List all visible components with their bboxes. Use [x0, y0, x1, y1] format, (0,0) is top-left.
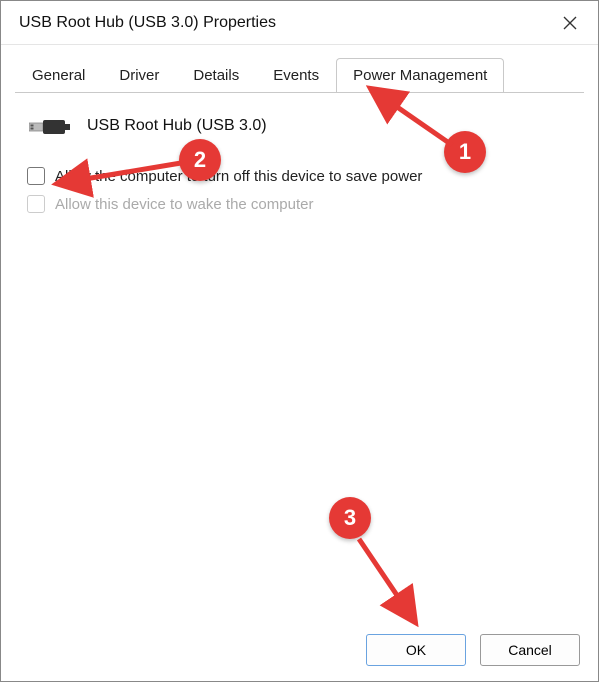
tab-general[interactable]: General: [15, 58, 102, 93]
tab-panel-power-management: USB Root Hub (USB 3.0) Allow the compute…: [15, 92, 584, 619]
tabstrip: General Driver Details Events Power Mana…: [1, 45, 598, 92]
device-name: USB Root Hub (USB 3.0): [87, 117, 267, 135]
close-icon: [563, 16, 577, 30]
titlebar: USB Root Hub (USB 3.0) Properties: [1, 1, 598, 45]
cancel-button[interactable]: Cancel: [480, 634, 580, 666]
window-title: USB Root Hub (USB 3.0) Properties: [19, 14, 276, 32]
properties-dialog: USB Root Hub (USB 3.0) Properties Genera…: [0, 0, 599, 682]
tab-driver[interactable]: Driver: [102, 58, 176, 93]
checkbox-turn-off[interactable]: [27, 167, 45, 185]
tab-events[interactable]: Events: [256, 58, 336, 93]
dialog-footer: OK Cancel: [1, 619, 598, 681]
usb-connector-icon: [29, 115, 69, 137]
option-wake-label: Allow this device to wake the computer: [55, 196, 313, 213]
checkbox-wake: [27, 195, 45, 213]
device-header: USB Root Hub (USB 3.0): [25, 103, 574, 165]
option-turn-off-device[interactable]: Allow the computer to turn off this devi…: [25, 165, 574, 193]
tab-power-management[interactable]: Power Management: [336, 58, 504, 93]
tab-details[interactable]: Details: [176, 58, 256, 93]
close-button[interactable]: [542, 1, 598, 45]
option-wake-computer: Allow this device to wake the computer: [25, 193, 574, 221]
ok-button[interactable]: OK: [366, 634, 466, 666]
option-turn-off-label: Allow the computer to turn off this devi…: [55, 168, 422, 185]
